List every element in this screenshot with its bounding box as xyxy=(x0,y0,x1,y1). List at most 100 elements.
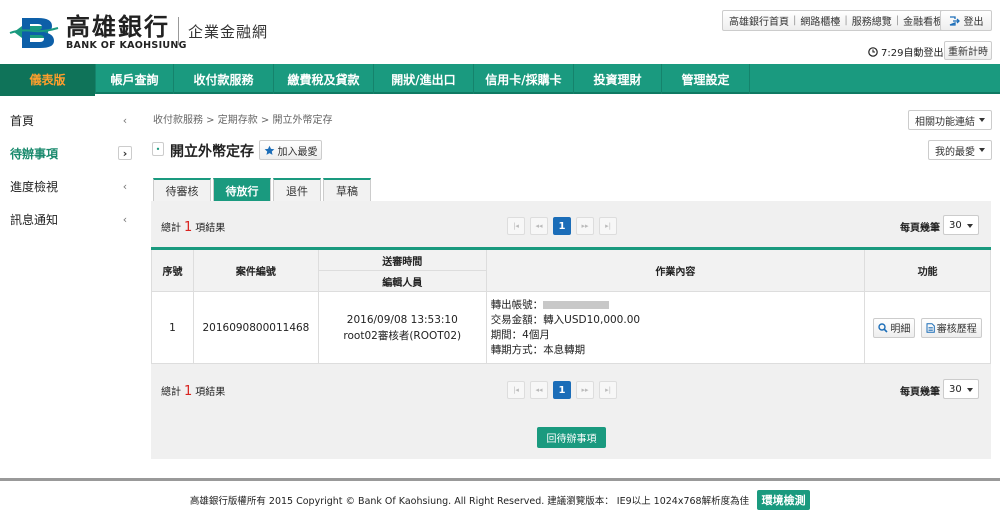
masked-account-number xyxy=(543,300,610,309)
site-subtitle: 企業金融網 xyxy=(188,23,269,41)
toplink-online-counter[interactable]: 網路櫃檯 xyxy=(800,13,840,28)
pagination: |◂ ◂◂ 1 ▸▸ ▸| xyxy=(507,381,622,399)
nav-dashboard[interactable]: 儀表版 xyxy=(0,64,96,96)
bank-name-en: BANK OF KAOHSIUNG xyxy=(66,39,187,51)
toplink-bank-home[interactable]: 高雄銀行首頁 xyxy=(729,13,789,28)
back-to-todo-button[interactable]: 回待辦事項 xyxy=(537,427,606,448)
results-panel: 總計 1 項結果 |◂ ◂◂ 1 ▸▸ ▸| 每頁幾筆 30 序號 案件編號 送審時… xyxy=(151,201,991,459)
footer: 高雄銀行版權所有 2015 Copyright © Bank Of Kaohsi… xyxy=(0,490,1000,510)
toplink-separator: | xyxy=(793,15,797,26)
caret-down-icon xyxy=(967,388,973,392)
result-count-prefix: 總計 xyxy=(161,223,181,234)
add-favorite-button[interactable]: 加入最愛 xyxy=(259,140,322,160)
result-count-prefix: 總計 xyxy=(161,387,181,398)
session-timer: 7:29自動登出 xyxy=(868,44,943,59)
bank-name-cn: 高雄銀行 xyxy=(66,11,170,41)
last-page-icon[interactable]: ▸| xyxy=(599,381,617,399)
nav-tax-and-loan[interactable]: 繳費稅及貸款 xyxy=(274,64,374,94)
related-functions-dropdown[interactable]: 相關功能連結 xyxy=(908,110,992,130)
page-number-current[interactable]: 1 xyxy=(553,217,571,235)
toplink-separator: | xyxy=(844,15,848,26)
detail-button[interactable]: 明細 xyxy=(873,317,916,338)
per-page-value: 30 xyxy=(949,219,962,231)
result-count-suffix: 項結果 xyxy=(195,223,226,234)
nav-import-export[interactable]: 開狀/進出口 xyxy=(374,64,474,94)
nav-settings[interactable]: 管理設定 xyxy=(662,64,750,94)
table-row: 1 2016090800011468 2016/09/08 13:53:10 r… xyxy=(151,291,991,364)
logout-icon xyxy=(949,15,960,26)
footer-divider xyxy=(0,478,1000,481)
copyright-text: 高雄銀行版權所有 2015 Copyright © Bank Of Kaohsi… xyxy=(189,496,750,507)
header-content: 作業內容 xyxy=(485,248,866,292)
per-page-select[interactable]: 30 xyxy=(943,215,979,235)
bank-logo-mark-icon xyxy=(9,18,59,48)
main-nav: 儀表版 帳戶查詢 收付款服務 繳費稅及貸款 開狀/進出口 信用卡/採購卡 投資理… xyxy=(0,64,1000,96)
last-page-icon[interactable]: ▸| xyxy=(599,217,617,235)
prev-page-icon[interactable]: ◂◂ xyxy=(530,381,548,399)
result-count: 總計 1 項結果 xyxy=(161,383,225,399)
logout-button[interactable]: 登出 xyxy=(940,10,992,31)
nav-payment-services[interactable]: 收付款服務 xyxy=(174,64,274,94)
toplink-finance-board[interactable]: 金融看板 xyxy=(903,13,943,28)
header-seq: 序號 xyxy=(151,248,194,292)
detail-account: 轉出帳號： xyxy=(491,298,864,313)
next-page-icon[interactable]: ▸▸ xyxy=(576,217,594,235)
first-page-icon[interactable]: |◂ xyxy=(507,381,525,399)
top-links: 高雄銀行首頁 | 網路櫃檯 | 服務總覽 | 金融看板 xyxy=(722,10,951,31)
star-icon xyxy=(264,145,274,155)
page: 高雄銀行 BANK OF KAOHSIUNG 企業金融網 高雄銀行首頁 | 網路… xyxy=(0,0,1000,521)
pager-row-bottom: 總計 1 項結果 |◂ ◂◂ 1 ▸▸ ▸| 每頁幾筆 30 xyxy=(151,371,991,407)
add-favorite-label: 加入最愛 xyxy=(277,146,318,158)
detail-amount: 交易金額：轉入USD10,000.00 xyxy=(490,313,641,326)
page-title: 開立外幣定存 xyxy=(170,144,254,160)
tab-pending-release[interactable]: 待放行 xyxy=(213,178,271,201)
per-page-value: 30 xyxy=(949,383,962,395)
env-check-button[interactable]: 環境檢測 xyxy=(757,490,811,510)
cell-sent-time: 2016/09/08 13:53:10 xyxy=(346,313,458,326)
nav-account-inquiry[interactable]: 帳戶查詢 xyxy=(96,64,174,94)
nav-investment[interactable]: 投資理財 xyxy=(574,64,662,94)
cell-seq: 1 xyxy=(151,291,194,364)
first-page-icon[interactable]: |◂ xyxy=(507,217,525,235)
per-page-label: 每頁幾筆 xyxy=(900,223,940,234)
detail-method: 轉期方式：本息轉期 xyxy=(490,343,586,356)
pagination: |◂ ◂◂ 1 ▸▸ ▸| xyxy=(507,217,622,235)
logout-label: 登出 xyxy=(963,17,984,28)
search-icon xyxy=(878,322,888,333)
tab-returned[interactable]: 退件 xyxy=(273,178,321,201)
sidebar-item-home[interactable]: 首頁 ‹ xyxy=(0,104,140,137)
cell-case-number: 2016090800011468 xyxy=(192,291,319,364)
prev-page-icon[interactable]: ◂◂ xyxy=(530,217,548,235)
per-page-select[interactable]: 30 xyxy=(943,379,979,399)
review-history-label: 審核歷程 xyxy=(936,324,977,335)
reset-timer-button[interactable]: 重新計時 xyxy=(944,41,992,60)
sidebar-item-label: 進度檢視 xyxy=(10,180,59,194)
nav-credit-card[interactable]: 信用卡/採購卡 xyxy=(474,64,574,94)
per-page-label: 每頁幾筆 xyxy=(900,387,940,398)
header-actions: 功能 xyxy=(864,248,991,292)
cell-actions: 明細 審核歷程 xyxy=(864,291,991,364)
tab-pending-review[interactable]: 待審核 xyxy=(153,178,211,201)
result-count-number: 1 xyxy=(184,384,193,399)
result-count-number: 1 xyxy=(184,220,193,235)
sidebar-item-notifications[interactable]: 訊息通知 ‹ xyxy=(0,203,140,236)
detail-term: 期間：4個月 xyxy=(490,328,550,341)
logo-divider xyxy=(178,17,179,45)
toplink-services[interactable]: 服務總覽 xyxy=(852,13,892,28)
sidebar-item-label: 訊息通知 xyxy=(10,213,59,227)
page-number-current[interactable]: 1 xyxy=(553,381,571,399)
sidebar-item-todo[interactable]: 待辦事項 › xyxy=(0,137,140,170)
next-page-icon[interactable]: ▸▸ xyxy=(576,381,594,399)
sidebar-item-label: 首頁 xyxy=(10,114,35,128)
related-functions-label: 相關功能連結 xyxy=(915,116,975,128)
chevron-left-icon: ‹ xyxy=(122,113,128,127)
bank-logo[interactable]: 高雄銀行 BANK OF KAOHSIUNG xyxy=(8,12,187,52)
pager-row-top: 總計 1 項結果 |◂ ◂◂ 1 ▸▸ ▸| 每頁幾筆 30 xyxy=(151,207,991,243)
tab-draft[interactable]: 草稿 xyxy=(323,178,371,201)
my-favorites-dropdown[interactable]: 我的最愛 xyxy=(928,140,992,160)
chevron-left-icon: ‹ xyxy=(122,179,128,193)
review-history-button[interactable]: 審核歷程 xyxy=(920,317,982,338)
toplink-separator: | xyxy=(895,15,900,26)
header-editor: 編輯人員 xyxy=(317,270,487,292)
sidebar-item-progress[interactable]: 進度檢視 ‹ xyxy=(0,170,140,203)
